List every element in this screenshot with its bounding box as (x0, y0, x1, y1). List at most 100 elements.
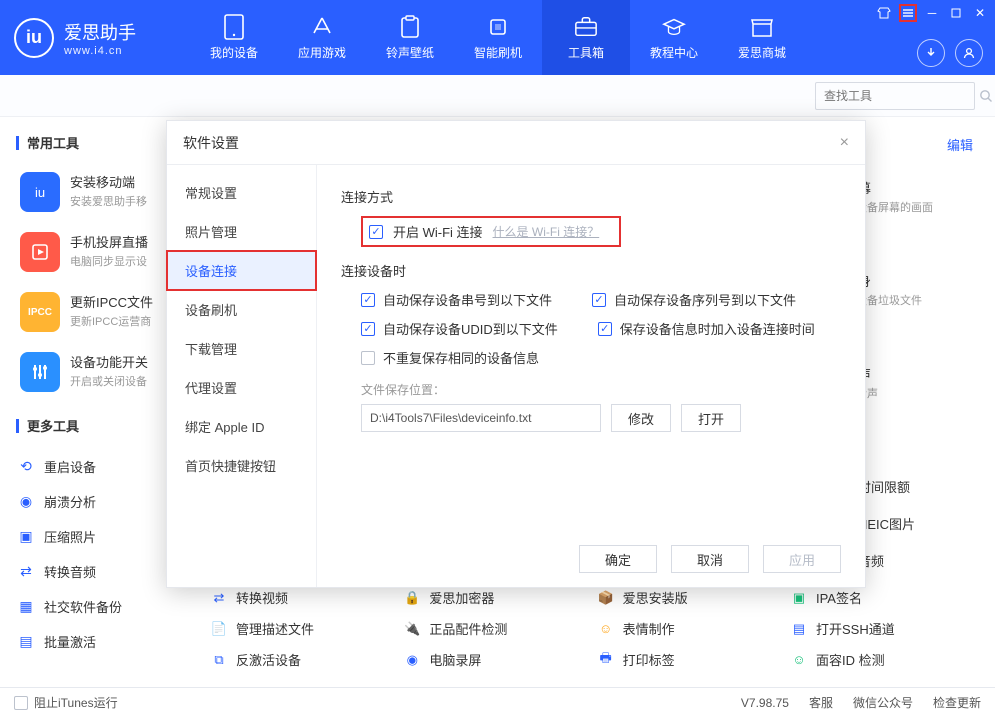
check-update-link[interactable]: 检查更新 (933, 694, 981, 711)
tool-crash-analysis[interactable]: ◉崩溃分析 (18, 484, 182, 519)
nav-bind-appleid[interactable]: 绑定 Apple ID (167, 407, 316, 446)
nav-device-flash[interactable]: 设备刷机 (167, 290, 316, 329)
tool-install-mobile[interactable]: iu 安装移动端安装爱思助手移 (16, 162, 190, 222)
tool-faceid-check[interactable]: ☺面容ID 检测 (790, 650, 970, 669)
settings-nav: 常规设置 照片管理 设备连接 设备刷机 下载管理 代理设置 绑定 Apple I… (167, 165, 317, 587)
common-tools-header: 常用工具 (16, 133, 190, 152)
cancel-button[interactable]: 取消 (671, 545, 749, 573)
sign-icon: ▣ (790, 589, 808, 607)
block-itunes-checkbox[interactable]: 阻止iTunes运行 (14, 694, 118, 711)
checkbox-icon (14, 696, 28, 710)
tool-ipa-sign[interactable]: ▣IPA签名 (790, 588, 970, 607)
tool-print-tag[interactable]: 🖶打印标签 (597, 650, 777, 669)
tool-restart-device[interactable]: ⟲重启设备 (18, 449, 182, 484)
modify-button[interactable]: 修改 (611, 404, 671, 432)
window-controls: ─ ✕ (875, 4, 989, 22)
user-icon[interactable] (955, 39, 983, 67)
wifi-row: ✓ 开启 Wi-Fi 连接 什么是 Wi-Fi 连接？ (361, 216, 621, 247)
nav-photo[interactable]: 照片管理 (167, 212, 316, 251)
connect-method-title: 连接方式 (341, 187, 841, 206)
record-icon: ◉ (403, 651, 421, 669)
modal-title: 软件设置 (183, 133, 239, 153)
status-bar: 阻止iTunes运行 V7.98.75 客服 微信公众号 检查更新 (0, 687, 995, 717)
tool-social-backup[interactable]: ▦社交软件备份 (18, 589, 182, 624)
close-button[interactable]: ✕ (971, 4, 989, 22)
nav-toolbox[interactable]: 工具箱 (542, 0, 630, 75)
nav-tutorials[interactable]: 教程中心 (630, 0, 718, 75)
tool-feature-switch[interactable]: 设备功能开关开启或关闭设备 (16, 342, 190, 402)
nav-proxy[interactable]: 代理设置 (167, 368, 316, 407)
tool-encryptor[interactable]: 🔒爱思加密器 (403, 588, 583, 607)
nav-flash[interactable]: 智能刷机 (454, 0, 542, 75)
tool-deactivate[interactable]: ⧉反激活设备 (210, 650, 390, 669)
nav-ringtones[interactable]: 铃声壁纸 (366, 0, 454, 75)
install-mobile-icon: iu (20, 172, 60, 212)
clipboard-icon (398, 15, 422, 39)
tool-update-ipcc[interactable]: IPCC 更新IPCC文件更新IPCC运营商 (16, 282, 190, 342)
more-tools-header: 更多工具 (16, 416, 190, 435)
appstore-icon (310, 15, 334, 39)
logo-block: iu 爱思助手 www.i4.cn (0, 18, 190, 58)
phone-icon (222, 15, 246, 39)
wifi-help-link[interactable]: 什么是 Wi-Fi 连接？ (493, 223, 600, 240)
wechat-link[interactable]: 微信公众号 (853, 694, 913, 711)
ok-button[interactable]: 确定 (579, 545, 657, 573)
tool-convert-video[interactable]: ⇄转换视频 (210, 588, 390, 607)
tool-accessory-check[interactable]: 🔌正品配件检测 (403, 619, 583, 638)
social-backup-icon: ▦ (18, 599, 34, 615)
menu-icon[interactable] (899, 4, 917, 22)
file-path-input[interactable]: D:\i4Tools7\Files\deviceinfo.txt (361, 404, 601, 432)
sliders-icon (20, 352, 60, 392)
deactivate-icon: ⧉ (210, 651, 228, 669)
nav-device-connect[interactable]: 设备连接 (167, 251, 316, 290)
profile-icon: 📄 (210, 620, 228, 638)
tool-screen-record[interactable]: ◉电脑录屏 (403, 650, 583, 669)
on-connect-title: 连接设备时 (341, 261, 841, 280)
wifi-checkbox[interactable]: ✓ (369, 225, 383, 239)
batch-icon: ▤ (18, 634, 34, 650)
left-panel: 常用工具 iu 安装移动端安装爱思助手移 手机投屏直播电脑同步显示设 IPCC … (0, 117, 190, 687)
open-button[interactable]: 打开 (681, 404, 741, 432)
opt-save-serial[interactable]: ✓自动保存设备串号到以下文件 (361, 290, 552, 309)
app-title: 爱思助手 (64, 19, 136, 45)
tool-manage-profiles[interactable]: 📄管理描述文件 (210, 619, 390, 638)
nav-download[interactable]: 下载管理 (167, 329, 316, 368)
modal-close-button[interactable]: × (840, 134, 849, 152)
lock-icon: 🔒 (403, 589, 421, 607)
opt-no-repeat[interactable]: 不重复保存相同的设备信息 (361, 348, 539, 367)
app-subtitle: www.i4.cn (64, 45, 136, 57)
customer-service-link[interactable]: 客服 (809, 694, 833, 711)
edit-link[interactable]: 编辑 (947, 135, 973, 154)
crash-icon: ◉ (18, 494, 34, 510)
tool-batch-activate[interactable]: ▤批量激活 (18, 624, 182, 659)
ipcc-icon: IPCC (20, 292, 60, 332)
search-box[interactable] (815, 82, 975, 110)
settings-modal: 软件设置 × 常规设置 照片管理 设备连接 设备刷机 下载管理 代理设置 绑定 … (166, 120, 866, 588)
nav-store[interactable]: 爱思商城 (718, 0, 806, 75)
download-icon[interactable] (917, 39, 945, 67)
maximize-button[interactable] (947, 4, 965, 22)
minimize-button[interactable]: ─ (923, 4, 941, 22)
search-input[interactable] (824, 89, 979, 103)
apply-button[interactable]: 应用 (763, 545, 841, 573)
tool-compress-photo[interactable]: ▣压缩照片 (18, 519, 182, 554)
ssh-icon: ▤ (790, 620, 808, 638)
nav-general[interactable]: 常规设置 (167, 173, 316, 212)
opt-save-time[interactable]: ✓保存设备信息时加入设备连接时间 (598, 319, 815, 338)
tool-installer[interactable]: 📦爱思安装版 (597, 588, 777, 607)
graduation-icon (662, 15, 686, 39)
tool-convert-audio[interactable]: ⇄转换音频 (18, 554, 182, 589)
search-row (0, 75, 995, 117)
nav-my-device[interactable]: 我的设备 (190, 0, 278, 75)
tool-screen-cast[interactable]: 手机投屏直播电脑同步显示设 (16, 222, 190, 282)
box-icon: 📦 (597, 589, 615, 607)
opt-save-udid[interactable]: ✓自动保存设备UDID到以下文件 (361, 319, 558, 338)
opt-save-sn[interactable]: ✓自动保存设备序列号到以下文件 (592, 290, 796, 309)
skin-icon[interactable] (875, 4, 893, 22)
nav-shortcut-home[interactable]: 首页快捷键按钮 (167, 446, 316, 485)
nav-apps[interactable]: 应用游戏 (278, 0, 366, 75)
wifi-label: 开启 Wi-Fi 连接 (393, 222, 483, 241)
tool-open-ssh[interactable]: ▤打开SSH通道 (790, 619, 970, 638)
toolbox-icon (574, 15, 598, 39)
tool-emoji-make[interactable]: ☺表情制作 (597, 619, 777, 638)
